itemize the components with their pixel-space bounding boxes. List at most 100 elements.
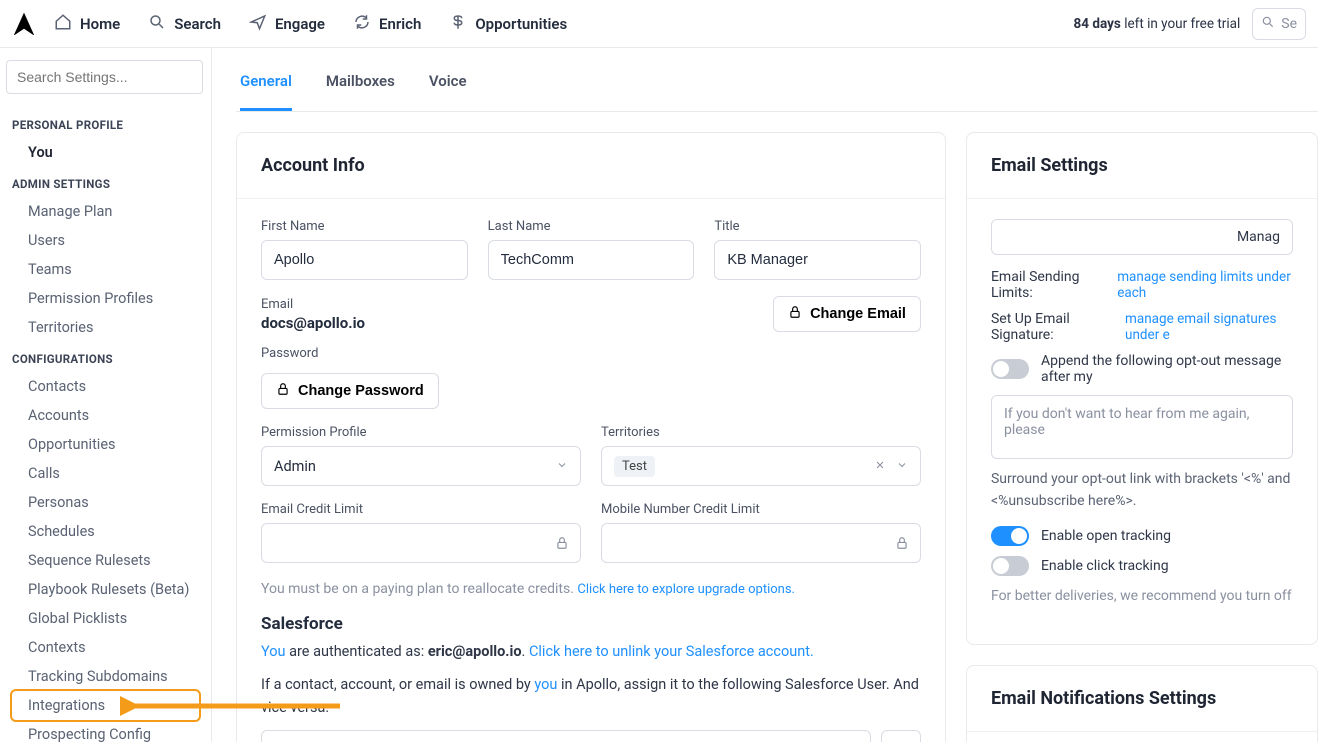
territories-select[interactable]: Test (601, 446, 921, 486)
sf-unlink-link[interactable]: Click here to unlink your Salesforce acc… (529, 643, 814, 660)
sidebar-item-manage-plan[interactable]: Manage Plan (12, 197, 199, 226)
tab-voice[interactable]: Voice (429, 48, 467, 111)
upgrade-link[interactable]: Click here to explore upgrade options. (577, 582, 795, 597)
nav-search[interactable]: Search (148, 13, 221, 35)
password-label: Password (261, 346, 921, 361)
nav-engage[interactable]: Engage (249, 13, 325, 35)
signature-label: Set Up Email Signature: (991, 311, 1113, 343)
right-column: Email Settings Manag Email Sending Limit… (966, 132, 1318, 742)
sf-assign-line: If a contact, account, or email is owned… (261, 673, 921, 719)
nav-home[interactable]: Home (54, 13, 120, 35)
change-password-button[interactable]: Change Password (261, 373, 439, 409)
refresh-icon (353, 13, 371, 35)
global-search[interactable]: Se (1252, 8, 1306, 40)
trial-notice: 84 days left in your free trial (1074, 16, 1241, 32)
search-icon (148, 13, 166, 35)
signature-link[interactable]: manage email signatures under e (1125, 311, 1293, 343)
sidebar-item-opportunities-cfg[interactable]: Opportunities (12, 430, 199, 459)
nav-opportunities-label: Opportunities (475, 15, 567, 33)
apollo-logo (12, 12, 36, 36)
change-password-label: Change Password (298, 383, 424, 399)
lock-icon (276, 382, 290, 400)
sf-user-select[interactable]: Eric Zrinsky (261, 730, 871, 742)
change-email-button[interactable]: Change Email (773, 296, 921, 332)
optout-toggle[interactable] (991, 359, 1029, 379)
sidebar-item-contacts[interactable]: Contacts (12, 372, 199, 401)
sidebar-item-contexts[interactable]: Contexts (12, 633, 199, 662)
sidebar-item-global-picklists[interactable]: Global Picklists (12, 604, 199, 633)
sidebar-item-sequence-rulesets[interactable]: Sequence Rulesets (12, 546, 199, 575)
sf-user-search-button[interactable] (881, 730, 921, 742)
email-settings-card: Email Settings Manag Email Sending Limit… (966, 132, 1318, 645)
brackets-note: Surround your opt-out link with brackets… (991, 469, 1293, 512)
sidebar-item-you[interactable]: You (12, 138, 199, 167)
nav-search-label: Search (174, 15, 221, 33)
first-name-input[interactable] (261, 240, 468, 280)
email-notifications-card: Email Notifications Settings Data Reques… (966, 665, 1318, 742)
sidebar-item-users[interactable]: Users (12, 226, 199, 255)
sidebar-item-personas[interactable]: Personas (12, 488, 199, 517)
sidebar-item-tracking-subdomains[interactable]: Tracking Subdomains (12, 662, 199, 691)
main-layout: PERSONAL PROFILE You ADMIN SETTINGS Mana… (0, 48, 1318, 742)
open-tracking-label: Enable open tracking (1041, 528, 1171, 544)
permission-profile-label: Permission Profile (261, 425, 581, 440)
last-name-label: Last Name (488, 219, 695, 234)
email-label: Email (261, 297, 365, 312)
sidebar-item-territories[interactable]: Territories (12, 313, 199, 342)
lock-icon (788, 305, 802, 323)
delivery-note: For better deliveries, we recommend you … (991, 586, 1293, 608)
sidebar-heading-config: CONFIGURATIONS (12, 342, 199, 372)
mobile-credit-limit-input (601, 523, 921, 563)
mobile-credit-limit-label: Mobile Number Credit Limit (601, 502, 921, 517)
settings-search-input[interactable] (6, 60, 203, 94)
nav-items: Home Search Engage Enrich Opportunities (54, 13, 567, 35)
email-settings-manage-input[interactable]: Manag (991, 219, 1293, 255)
home-icon (54, 13, 72, 35)
email-settings-title: Email Settings (991, 155, 1293, 176)
tab-general[interactable]: General (240, 48, 292, 111)
nav-home-label: Home (80, 15, 120, 33)
settings-search-wrap (6, 60, 203, 94)
territories-label: Territories (601, 425, 921, 440)
manage-input-text: Manag (1237, 229, 1280, 245)
nav-enrich[interactable]: Enrich (353, 13, 421, 35)
account-info-title: Account Info (261, 155, 921, 176)
sidebar-item-playbook-rulesets[interactable]: Playbook Rulesets (Beta) (12, 575, 199, 604)
email-value: docs@apollo.io (261, 314, 365, 332)
first-name-label: First Name (261, 219, 468, 234)
content-area: General Mailboxes Voice Account Info Fir… (212, 48, 1318, 742)
open-tracking-toggle[interactable] (991, 526, 1029, 546)
lock-icon (555, 536, 569, 554)
search-icon (1261, 15, 1275, 33)
sidebar-item-permission-profiles[interactable]: Permission Profiles (12, 284, 199, 313)
sidebar-item-calls[interactable]: Calls (12, 459, 199, 488)
sidebar-item-accounts[interactable]: Accounts (12, 401, 199, 430)
nav-enrich-label: Enrich (379, 15, 421, 33)
nav-opportunities[interactable]: Opportunities (449, 13, 567, 35)
sidebar-item-integrations[interactable]: Integrations (12, 691, 199, 720)
sending-limits-label: Email Sending Limits: (991, 269, 1105, 301)
sf-auth-line: You are authenticated as: eric@apollo.io… (261, 640, 921, 663)
permission-profile-select[interactable]: Admin (261, 446, 581, 486)
send-icon (249, 13, 267, 35)
email-notifications-title: Email Notifications Settings (991, 688, 1293, 709)
click-tracking-label: Enable click tracking (1041, 558, 1169, 574)
credits-help: You must be on a paying plan to realloca… (261, 579, 921, 600)
sidebar-item-prospecting-config[interactable]: Prospecting Config (12, 720, 199, 742)
optout-textarea[interactable]: If you don't want to hear from me again,… (991, 395, 1293, 459)
sidebar-item-schedules[interactable]: Schedules (12, 517, 199, 546)
sending-limits-link[interactable]: manage sending limits under each (1117, 269, 1293, 301)
last-name-input[interactable] (488, 240, 695, 280)
account-info-card: Account Info First Name Last Name Title (236, 132, 946, 742)
email-credit-limit-input (261, 523, 581, 563)
click-tracking-toggle[interactable] (991, 556, 1029, 576)
optout-toggle-label: Append the following opt-out message aft… (1041, 353, 1293, 385)
tab-mailboxes[interactable]: Mailboxes (326, 48, 395, 111)
title-input[interactable] (714, 240, 921, 280)
sf-you-link[interactable]: You (261, 643, 286, 660)
close-icon[interactable] (874, 458, 886, 475)
global-search-placeholder: Se (1281, 16, 1297, 32)
sidebar-item-teams[interactable]: Teams (12, 255, 199, 284)
sf-assign-you-link[interactable]: you (534, 676, 557, 693)
title-label: Title (714, 219, 921, 234)
